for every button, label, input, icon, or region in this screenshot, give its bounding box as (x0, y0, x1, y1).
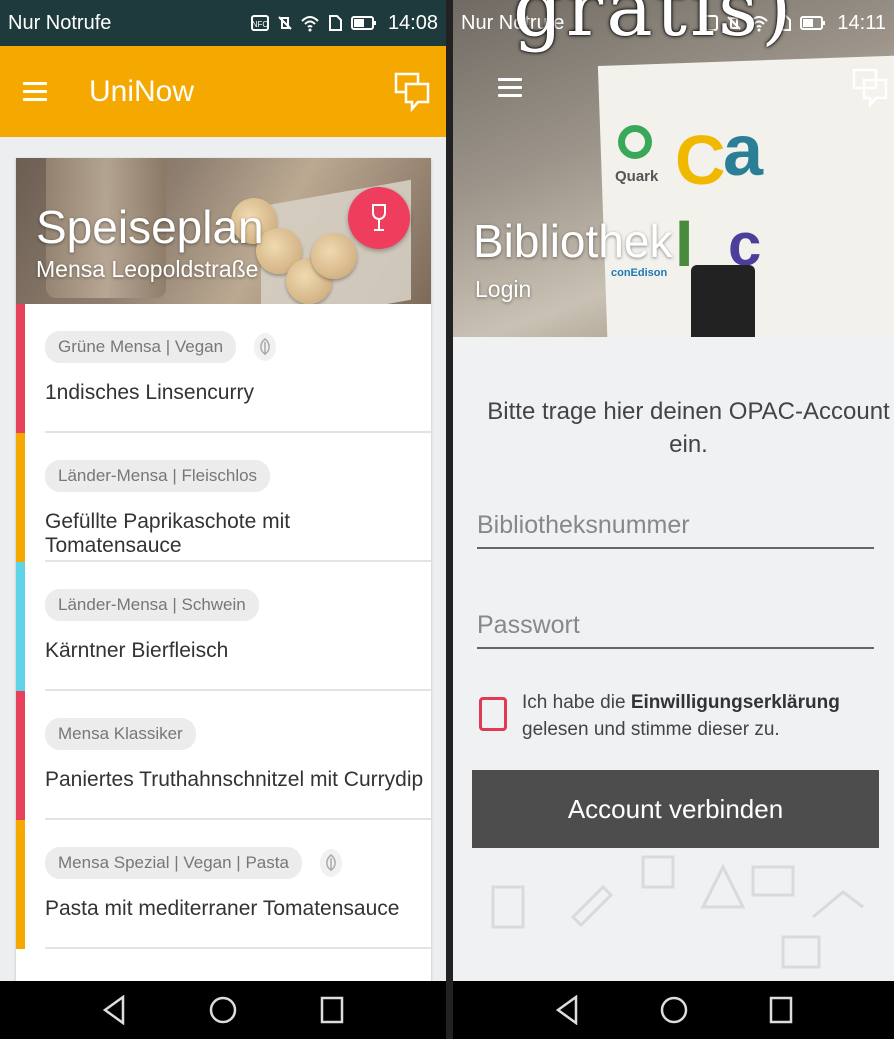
menu-icon[interactable] (23, 81, 47, 102)
menu-item[interactable]: Mensa Spezial | Vegan | Pasta Pasta mit m… (16, 820, 431, 949)
password-input[interactable] (477, 605, 874, 645)
svg-text:NFC: NFC (252, 20, 269, 29)
app-title: UniNow (89, 74, 195, 108)
clock: 14:11 (837, 11, 886, 34)
back-icon (555, 995, 577, 1025)
password-field[interactable] (477, 605, 874, 649)
card-title: Speiseplan (36, 201, 264, 253)
uninow-speiseplan-screen: Nur Notrufe NFC 14:08 UniNow Speiseplan … (0, 0, 446, 1039)
recents-icon (769, 996, 792, 1024)
back-button[interactable] (94, 990, 134, 1030)
vibrate-icon (278, 16, 292, 30)
back-icon (103, 995, 125, 1025)
consent-checkbox[interactable] (479, 697, 507, 731)
menu-item[interactable]: Länder-Mensa | Schwein Kärntner Bierfleis… (16, 562, 431, 691)
hero-title: Bibliothek (473, 215, 673, 267)
watermark-text: gratis) (513, 0, 795, 54)
chat-icon[interactable] (394, 72, 430, 112)
status-bar: Nur Notrufe NFC 14:08 (0, 0, 446, 46)
consent-link[interactable]: Einwilligungserklärung (631, 692, 840, 713)
hero-subtitle: Login (475, 276, 532, 302)
card-subtitle: Mensa Leopoldstraße (36, 256, 259, 282)
battery-icon (800, 16, 826, 30)
clock: 14:08 (387, 11, 438, 34)
menu-item[interactable]: Grüne Mensa | Vegan 1ndisches Linsencurry (16, 304, 431, 433)
menu-item[interactable]: Mensa Klassiker Paniertes Truthahnschnitz… (16, 691, 431, 820)
android-nav-bar (0, 981, 446, 1039)
recents-button[interactable] (312, 990, 352, 1030)
android-nav-bar (453, 981, 894, 1039)
category-tag: Mensa Spezial | Vegan | Pasta (45, 847, 302, 879)
category-stripe (16, 562, 25, 691)
category-stripe (16, 820, 25, 949)
category-stripe (16, 433, 25, 562)
category-tag: Länder-Mensa | Schwein (45, 589, 259, 621)
dish-name: Gefüllte Paprikaschote mit Tomatensauce (45, 510, 291, 557)
vegan-leaf-icon (254, 333, 277, 361)
logo-text-conedison: conEdison (611, 267, 668, 279)
sim-icon (328, 15, 342, 31)
login-prompt: Bitte trage hier deinen OPAC-Account ein… (487, 398, 890, 458)
consent-row: Ich habe die Einwilligungserklärung gele… (479, 689, 882, 743)
speiseplan-card[interactable]: Speiseplan Mensa Leopoldstraße Grüne Men… (16, 158, 431, 1038)
library-number-input[interactable] (477, 505, 874, 545)
home-icon (209, 996, 237, 1024)
menu-item[interactable]: Länder-Mensa | Fleischlos Gefüllte Paprik… (16, 433, 431, 562)
logo-text-quark: Quark (615, 168, 659, 185)
menu-list: Grüne Mensa | Vegan 1ndisches Linsencurry… (16, 304, 431, 949)
home-icon (660, 996, 687, 1024)
dish-name: Paniertes Truthahnschnitzel mit Currydip (45, 768, 424, 791)
uninow-bibliothek-screen: Quark C a I c conEdison Bibliothek Login… (453, 0, 894, 1039)
battery-icon (350, 16, 376, 30)
dish-name: Kärntner Bierfleisch (45, 639, 229, 662)
wifi-icon (301, 16, 319, 32)
connect-account-button[interactable]: Account verbinden (472, 770, 879, 848)
login-form: Bitte trage hier deinen OPAC-Account ein… (453, 337, 894, 981)
category-tag: Mensa Klassiker (45, 718, 196, 750)
home-button[interactable] (654, 990, 694, 1030)
category-stripe (16, 691, 25, 820)
category-tag: Grüne Mensa | Vegan (45, 331, 237, 363)
wine-glass-icon (372, 204, 386, 231)
card-header: Speiseplan Mensa Leopoldstraße (16, 158, 431, 304)
category-stripe (16, 304, 25, 433)
home-button[interactable] (203, 990, 243, 1030)
menu-icon[interactable] (498, 78, 522, 98)
chat-icon[interactable] (852, 68, 888, 108)
back-button[interactable] (547, 990, 587, 1030)
recents-icon (320, 996, 343, 1024)
wine-glass-button[interactable] (348, 187, 410, 249)
dish-name: Pasta mit mediterraner Tomatensauce (45, 897, 400, 920)
consent-text: Ich habe die Einwilligungserklärung gele… (522, 692, 840, 740)
app-bar: UniNow (0, 46, 446, 137)
nfc-icon: NFC (250, 15, 269, 31)
vegan-leaf-icon (319, 849, 342, 877)
library-number-field[interactable] (477, 505, 874, 549)
category-tag: Länder-Mensa | Fleischlos (45, 460, 271, 492)
recents-button[interactable] (761, 990, 801, 1030)
dish-name: 1ndisches Linsencurry (45, 381, 254, 404)
carrier-label: Nur Notrufe (8, 11, 112, 34)
